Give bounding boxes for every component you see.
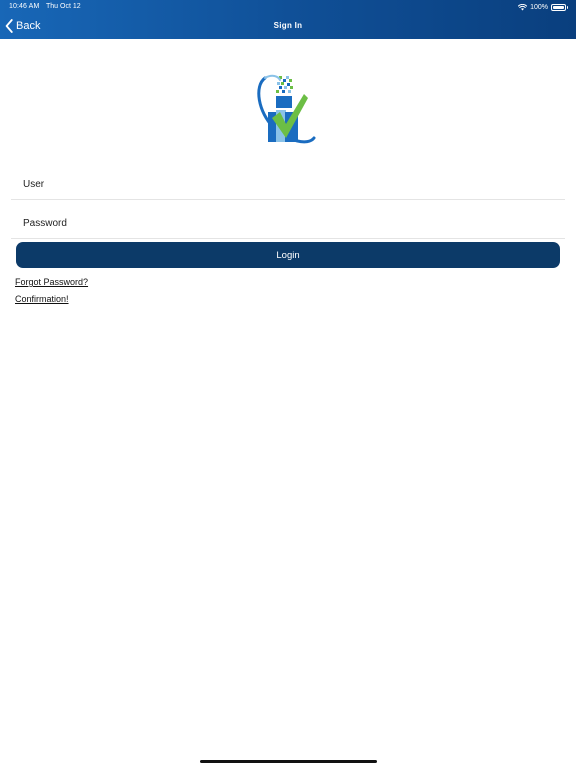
confirmation-link[interactable]: Confirmation!: [15, 294, 69, 304]
app-logo: [257, 74, 316, 144]
status-bar: 10:46 AM Thu Oct 12 100%: [0, 0, 576, 14]
home-indicator: [200, 760, 377, 763]
login-button[interactable]: Login: [16, 242, 560, 268]
status-time: 10:46 AM: [9, 3, 40, 10]
battery-icon: [551, 3, 568, 11]
page-title: Sign In: [273, 21, 303, 30]
forgot-password-link[interactable]: Forgot Password?: [15, 277, 88, 287]
status-indicators: 100%: [518, 2, 568, 12]
wifi-icon: [518, 3, 528, 10]
status-date: Thu Oct 12: [46, 3, 81, 10]
password-input[interactable]: [11, 209, 565, 238]
user-field-row: [11, 170, 565, 200]
password-field-row: [11, 209, 565, 239]
battery-percentage: 100%: [530, 3, 548, 11]
user-input[interactable]: [11, 170, 565, 199]
navigation-bar: 10:46 AM Thu Oct 12 100% Back Sign In: [0, 0, 576, 39]
